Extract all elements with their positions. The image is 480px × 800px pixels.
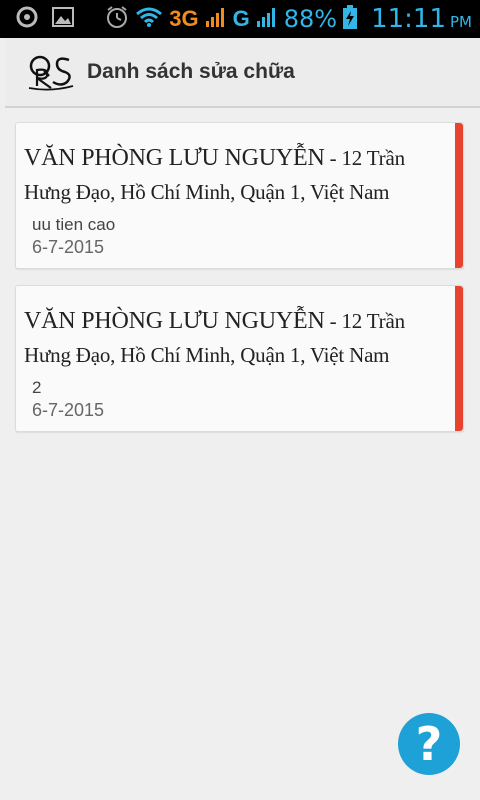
signal-icon <box>256 6 278 33</box>
list-item-note: 2 <box>32 378 42 397</box>
app-bar: Danh sách sửa chữa <box>5 38 480 108</box>
image-icon <box>52 6 74 32</box>
battery-percent: 88% <box>283 5 338 33</box>
alarm-icon <box>105 5 129 34</box>
clock: 11:11 PM <box>371 4 472 34</box>
office-name: VĂN PHÒNG LƯU NGUYỄN <box>24 308 325 334</box>
priority-indicator <box>455 286 463 431</box>
signal-icon <box>205 6 227 33</box>
clock-time: 11:11 <box>371 4 446 34</box>
list-item[interactable]: VĂN PHÒNG LƯU NGUYỄN - 12 Trần Hưng Đạo,… <box>15 285 464 432</box>
list-item-date: 6-7-2015 <box>32 237 105 257</box>
repair-list: VĂN PHÒNG LƯU NGUYỄN - 12 Trần Hưng Đạo,… <box>15 122 464 448</box>
priority-indicator <box>455 123 463 268</box>
wifi-icon <box>135 6 163 33</box>
office-name: VĂN PHÒNG LƯU NGUYỄN <box>24 145 325 171</box>
status-system: 3G G 88% 11:11 PM <box>105 4 472 34</box>
list-item-title: VĂN PHÒNG LƯU NGUYỄN - 12 Trần Hưng Đạo,… <box>24 141 454 209</box>
status-bar: 3G G 88% 11:11 PM <box>0 0 480 38</box>
network-3g-label: 3G <box>169 6 199 31</box>
page-title: Danh sách sửa chữa <box>87 60 295 83</box>
status-notifications <box>16 6 74 33</box>
network-g-label: G <box>232 6 250 31</box>
list-item[interactable]: VĂN PHÒNG LƯU NGUYỄN - 12 Trần Hưng Đạo,… <box>15 122 464 269</box>
help-icon: ? <box>415 717 443 771</box>
clock-ampm: PM <box>450 13 472 31</box>
list-item-note: uu tien cao <box>32 215 116 234</box>
help-button[interactable]: ? <box>398 713 460 775</box>
settings-icon <box>16 6 38 33</box>
list-item-title: VĂN PHÒNG LƯU NGUYỄN - 12 Trần Hưng Đạo,… <box>24 304 454 372</box>
list-item-date: 6-7-2015 <box>32 400 105 420</box>
battery-charging-icon <box>343 4 358 34</box>
qrs-logo <box>28 55 74 91</box>
